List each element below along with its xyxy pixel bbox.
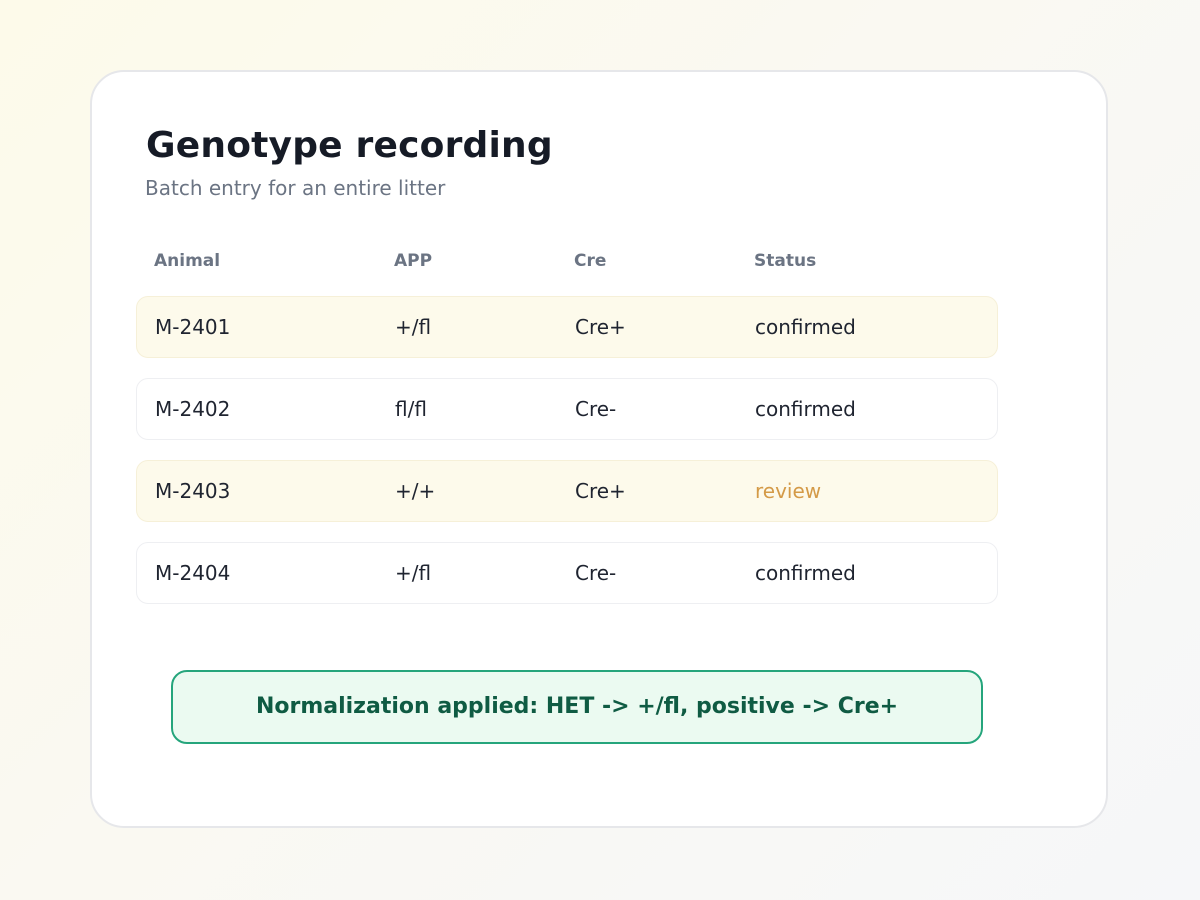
column-header-cre[interactable]: Cre bbox=[574, 248, 606, 274]
page-title: Genotype recording bbox=[146, 125, 553, 166]
status-cell: confirmed bbox=[755, 397, 856, 421]
app-genotype-cell[interactable]: +/fl bbox=[395, 543, 431, 603]
animal-id-cell[interactable]: M-2404 bbox=[155, 543, 230, 603]
cre-genotype-cell[interactable]: Cre- bbox=[575, 543, 616, 603]
animal-id-cell[interactable]: M-2403 bbox=[155, 461, 230, 521]
table-row[interactable]: M-2403 +/+ Cre+ review bbox=[136, 460, 998, 522]
cre-genotype-cell[interactable]: Cre+ bbox=[575, 297, 626, 357]
app-genotype-cell[interactable]: +/+ bbox=[395, 461, 435, 521]
status-cell: confirmed bbox=[755, 561, 856, 585]
table-row[interactable]: M-2401 +/fl Cre+ confirmed bbox=[136, 296, 998, 358]
cre-genotype-cell[interactable]: Cre+ bbox=[575, 461, 626, 521]
genotype-card: Genotype recording Batch entry for an en… bbox=[90, 70, 1108, 828]
table-header: Animal APP Cre Status bbox=[154, 248, 1014, 274]
app-genotype-cell[interactable]: +/fl bbox=[395, 297, 431, 357]
cre-genotype-cell[interactable]: Cre- bbox=[575, 379, 616, 439]
column-header-animal[interactable]: Animal bbox=[154, 248, 220, 274]
normalization-notice: Normalization applied: HET -> +/fl, posi… bbox=[171, 670, 983, 744]
page-subtitle: Batch entry for an entire litter bbox=[145, 176, 446, 200]
app-genotype-cell[interactable]: fl/fl bbox=[395, 379, 427, 439]
animal-id-cell[interactable]: M-2401 bbox=[155, 297, 230, 357]
column-header-status[interactable]: Status bbox=[754, 248, 816, 274]
table-row[interactable]: M-2404 +/fl Cre- confirmed bbox=[136, 542, 998, 604]
animal-id-cell[interactable]: M-2402 bbox=[155, 379, 230, 439]
status-cell-review: review bbox=[755, 479, 822, 503]
status-cell: confirmed bbox=[755, 315, 856, 339]
column-header-app[interactable]: APP bbox=[394, 248, 432, 274]
table-row[interactable]: M-2402 fl/fl Cre- confirmed bbox=[136, 378, 998, 440]
